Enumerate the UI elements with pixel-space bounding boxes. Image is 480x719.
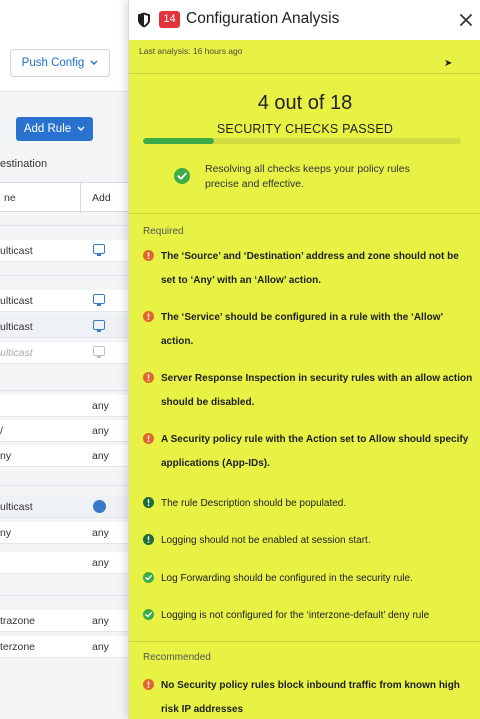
checks-progress-bar [143, 138, 461, 144]
exclamation-circle-icon [143, 532, 154, 545]
zone-cell: terzone [0, 641, 36, 653]
address-cell: any [92, 425, 109, 437]
table-row[interactable]: ulticast [0, 290, 128, 312]
exclamation-circle-icon [143, 370, 154, 383]
close-icon[interactable] [459, 13, 473, 27]
zone-cell: ulticast [0, 321, 33, 333]
table-row[interactable]: terzone any [0, 636, 128, 658]
exclamation-circle-icon [143, 495, 154, 508]
check-item-text: Server Response Inspection in security r… [161, 373, 473, 408]
table-row[interactable]: any [0, 395, 128, 417]
recommended-section-label: Recommended [143, 652, 211, 663]
check-item-text: The rule Description should be populated… [161, 498, 347, 509]
checks-passed-label: SECURITY CHECKS PASSED [216, 122, 394, 136]
table-row[interactable]: trazone any [0, 610, 128, 632]
zone-cell: ulticast [0, 347, 33, 359]
zone-cell: / [0, 425, 3, 437]
address-cell: any [92, 641, 109, 653]
panel-body: Last analysis: 16 hours ago ➤ 4 out of 1… [129, 40, 480, 719]
check-circle-icon [174, 168, 190, 184]
push-config-label: Push Config [21, 57, 85, 69]
panel-header: 14 Configuration Analysis [129, 0, 480, 40]
exclamation-circle-icon [143, 309, 154, 322]
tip-text: Resolving all checks keeps your policy r… [205, 163, 410, 190]
divider [129, 213, 480, 214]
address-cell: any [92, 615, 109, 627]
push-config-button[interactable]: Push Config [10, 49, 110, 77]
toolbar: Push Config [0, 0, 128, 92]
check-item-text: The ‘Service’ should be configured in a … [161, 312, 443, 347]
check-circle-icon [143, 607, 154, 620]
table-header: ne Add [0, 182, 128, 213]
checks-progress-fill [143, 138, 214, 144]
exclamation-circle-icon [143, 677, 154, 690]
table-row[interactable]: ulticast [0, 316, 128, 338]
address-cell: any [92, 527, 109, 539]
panel-title: Configuration Analysis [186, 10, 340, 27]
divider [129, 641, 480, 642]
check-item-text: No Security policy rules block inbound t… [161, 680, 460, 715]
zone-cell: ny [0, 450, 12, 462]
monitor-icon [93, 320, 105, 332]
check-circle-icon [143, 570, 154, 583]
zone-cell: ny [0, 527, 12, 539]
zone-column-header[interactable]: ne [4, 192, 16, 204]
table-row[interactable]: ulticast [0, 240, 128, 262]
last-analysis-timestamp: Last analysis: 16 hours ago [139, 46, 243, 56]
exclamation-circle-icon [143, 431, 154, 444]
chevron-down-icon [90, 60, 98, 65]
check-item-text: Logging is not configured for the ‘inter… [161, 610, 430, 621]
check-item-text: A Security policy rule with the Action s… [161, 434, 469, 469]
zone-cell: ulticast [0, 501, 33, 513]
check-item-text: The ‘Source’ and ‘Destination’ address a… [161, 251, 459, 286]
globe-icon [93, 500, 106, 513]
required-section-label: Required [143, 226, 184, 237]
score-separator: out of [274, 92, 325, 114]
monitor-icon [93, 294, 105, 306]
destination-group-header: estination [0, 158, 48, 170]
exclamation-circle-icon [143, 248, 154, 261]
table-row[interactable]: ny any [0, 522, 128, 544]
table-row[interactable]: ny any [0, 445, 128, 467]
table-row[interactable]: any [0, 552, 128, 574]
checks-score: 4 out of 18 [129, 92, 480, 115]
shield-icon [138, 12, 150, 28]
issue-count-badge: 14 [159, 11, 180, 28]
check-item-text: Logging should not be enabled at session… [161, 535, 371, 546]
checks-total-count: 18 [330, 92, 353, 114]
address-column-header[interactable]: Add [92, 192, 111, 204]
zone-cell: trazone [0, 615, 36, 627]
configuration-analysis-panel: 14 Configuration Analysis Last analysis:… [128, 0, 480, 719]
chevron-down-icon [77, 126, 85, 131]
mouse-cursor-icon: ➤ [444, 58, 453, 69]
divider [129, 73, 480, 74]
address-cell: any [92, 557, 109, 569]
table-row[interactable]: ulticast [0, 342, 128, 364]
monitor-icon [93, 244, 105, 256]
check-item-text: Log Forwarding should be configured in t… [161, 573, 413, 584]
background-app: Push Config Add Rule estination ne Add u… [0, 0, 128, 719]
zone-cell: ulticast [0, 245, 33, 257]
checks-passed-count: 4 [257, 92, 269, 114]
address-cell: any [92, 450, 109, 462]
monitor-icon [93, 346, 105, 358]
add-rule-label: Add Rule [23, 123, 72, 135]
table-row[interactable]: / any [0, 420, 128, 442]
table-row[interactable]: ulticast [0, 496, 128, 518]
zone-cell: ulticast [0, 295, 33, 307]
address-cell: any [92, 400, 109, 412]
add-rule-button[interactable]: Add Rule [16, 117, 93, 141]
